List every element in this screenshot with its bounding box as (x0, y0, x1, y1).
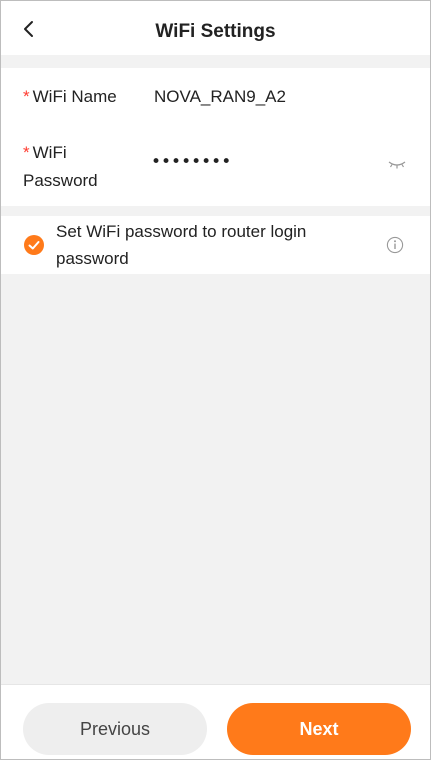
checkmark-icon (28, 241, 40, 250)
password-option: Set WiFi password to router login passwo… (1, 216, 430, 274)
wifi-password-label-text: WiFi Password (23, 143, 98, 190)
required-mark: * (23, 87, 30, 106)
password-visibility-toggle[interactable] (386, 156, 408, 172)
sync-password-label: Set WiFi password to router login passwo… (56, 222, 307, 268)
wifi-name-field[interactable]: NOVA_RAN9_A2 (154, 85, 286, 109)
eye-closed-icon (388, 161, 406, 169)
wifi-password-field[interactable]: •••••••• (151, 152, 371, 176)
wifi-password-label: * WiFi Password (23, 139, 123, 195)
header: WiFi Settings (1, 1, 430, 55)
wifi-name-label: * WiFi Name (23, 85, 117, 109)
wifi-name-label-text: WiFi Name (32, 87, 117, 106)
previous-button[interactable]: Previous (23, 703, 207, 755)
app-frame: WiFi Settings * WiFi Name NOVA_RAN9_A2 * W… (0, 0, 431, 760)
wifi-form: * WiFi Name NOVA_RAN9_A2 * WiFi Password •… (1, 68, 430, 206)
required-mark: * (23, 143, 30, 162)
footer: Previous Next (1, 684, 430, 759)
info-icon (386, 236, 404, 254)
next-button[interactable]: Next (227, 703, 411, 755)
sync-password-checkbox[interactable] (24, 235, 44, 255)
page-title: WiFi Settings (155, 21, 276, 42)
info-button[interactable] (386, 236, 404, 254)
